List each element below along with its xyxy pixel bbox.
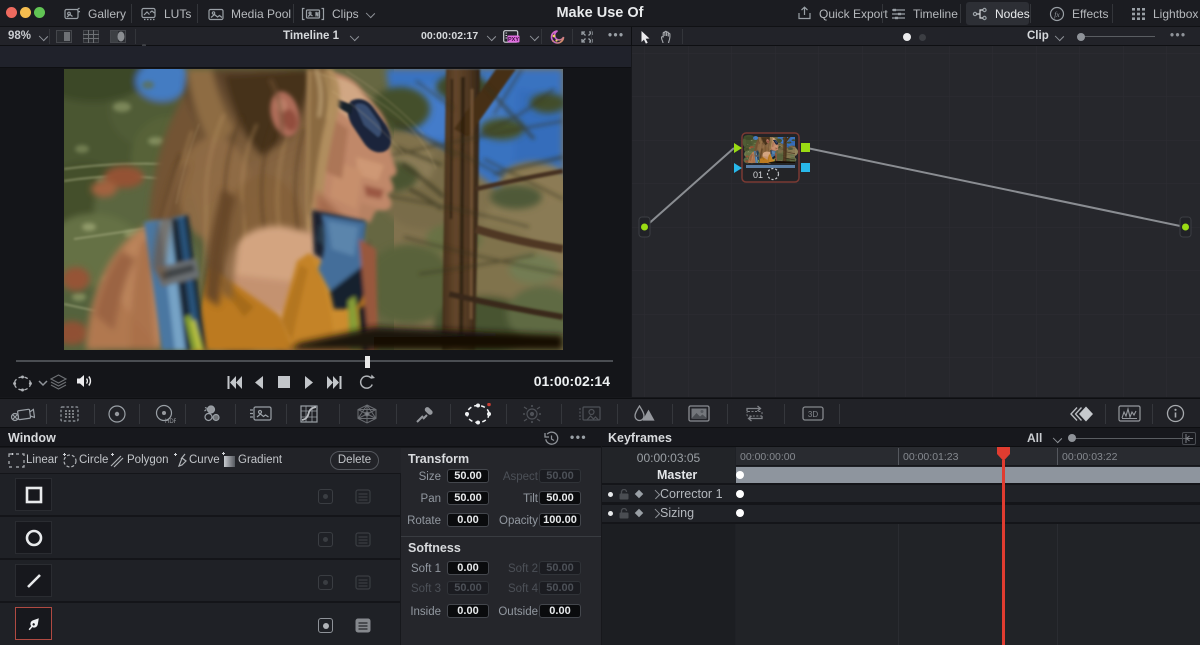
svg-text:3D: 3D [808,410,818,419]
svg-text:fx: fx [1054,10,1060,19]
svg-text:PXY: PXY [508,37,519,43]
svg-text:01: 01 [753,170,763,180]
svg-text:HDR: HDR [165,419,176,425]
